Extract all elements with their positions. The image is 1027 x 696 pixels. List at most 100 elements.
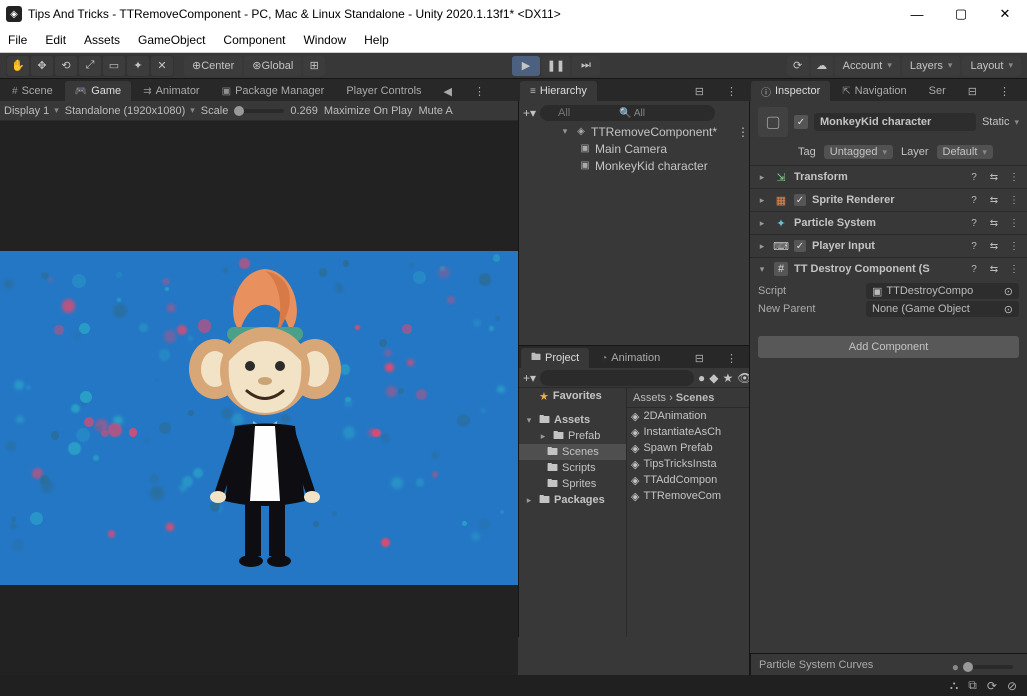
layers-dropdown[interactable]: Layers — [902, 56, 961, 76]
project-menu[interactable]: ⋮ — [716, 348, 747, 368]
tab-prev[interactable]: ◀ — [434, 81, 462, 101]
tab-package-manager[interactable]: ▣Package Manager — [212, 81, 335, 101]
layout-dropdown[interactable]: Layout — [962, 56, 1021, 76]
scale-slider[interactable] — [234, 109, 284, 113]
assets-row[interactable]: ▾🖿Assets — [519, 412, 626, 428]
destroy-component[interactable]: ▾#TT Destroy Component (S?⇆⋮ — [750, 258, 1027, 280]
preset-icon[interactable]: ⇆ — [987, 218, 1001, 229]
lock-icon[interactable]: ⊟ — [685, 81, 714, 101]
static-dropdown[interactable]: Static — [982, 116, 1019, 128]
asset-ttadd[interactable]: ◈TTAddCompon — [627, 472, 749, 488]
rect-tool-icon[interactable]: ▭ — [103, 56, 125, 76]
help-icon[interactable]: ? — [967, 172, 981, 183]
asset-ttremove[interactable]: ◈TTRemoveCom — [627, 488, 749, 504]
help-icon[interactable]: ? — [967, 218, 981, 229]
menu-file[interactable]: File — [8, 33, 27, 47]
play-button[interactable]: ▶ — [512, 56, 540, 76]
asset-instantiate[interactable]: ◈InstantiateAsCh — [627, 424, 749, 440]
pause-button[interactable]: ❚❚ — [542, 56, 570, 76]
rotate-tool-icon[interactable]: ⟲ — [55, 56, 77, 76]
object-picker-icon[interactable]: ⊙ — [1004, 285, 1013, 298]
add-component-button[interactable]: Add Component — [758, 336, 1019, 358]
help-icon[interactable]: ? — [967, 241, 981, 252]
tab-more[interactable]: ⋮ — [464, 81, 495, 101]
sprite-renderer-component[interactable]: ▸▦✓Sprite Renderer?⇆⋮ — [750, 189, 1027, 211]
hierarchy-menu[interactable]: ⋮ — [716, 81, 747, 101]
breadcrumb-scenes[interactable]: Scenes — [676, 392, 715, 404]
tab-player-controls[interactable]: Player Controls — [336, 81, 431, 101]
maximize-button[interactable]: ▢ — [939, 0, 983, 28]
sprites-row[interactable]: 🖿Sprites — [519, 476, 626, 492]
sprite-enabled-checkbox[interactable]: ✓ — [794, 194, 806, 206]
scenes-row[interactable]: 🖿Scenes — [519, 444, 626, 460]
display-dropdown[interactable]: Display 1 — [4, 105, 59, 117]
component-menu-icon[interactable]: ⋮ — [1007, 264, 1021, 275]
menu-help[interactable]: Help — [364, 33, 389, 47]
inspector-menu[interactable]: ⋮ — [989, 81, 1020, 101]
menu-edit[interactable]: Edit — [45, 33, 66, 47]
prefab-row[interactable]: ▸🖿Prefab — [519, 428, 626, 444]
scene-menu-icon[interactable]: ⋮ — [737, 125, 749, 139]
preset-icon[interactable]: ⇆ — [987, 241, 1001, 252]
help-icon[interactable]: ? — [967, 195, 981, 206]
pivot-toggle[interactable]: ⊕Center — [184, 56, 242, 76]
close-button[interactable]: ✕ — [983, 0, 1027, 28]
tab-navigation[interactable]: ⇱Navigation — [832, 81, 916, 101]
newparent-value[interactable]: None (Game Object⊙ — [866, 301, 1019, 317]
grid-size-slider[interactable]: ● — [952, 660, 1013, 674]
tab-scene[interactable]: #Scene — [2, 81, 63, 101]
asset-tipstricks[interactable]: ◈TipsTricksInsta — [627, 456, 749, 472]
tag-dropdown[interactable]: Untagged — [824, 145, 893, 159]
gameobject-large-icon[interactable]: ▢ — [758, 107, 788, 137]
component-menu-icon[interactable]: ⋮ — [1007, 172, 1021, 183]
status-refresh-icon[interactable]: ⟳ — [987, 679, 997, 693]
camera-row[interactable]: ▣ Main Camera — [519, 140, 749, 157]
asset-2danimation[interactable]: ◈2DAnimation — [627, 408, 749, 424]
filter-label-icon[interactable]: ◆ — [709, 371, 718, 385]
menu-assets[interactable]: Assets — [84, 33, 120, 47]
tab-animator[interactable]: ⇉Animator — [133, 81, 209, 101]
component-menu-icon[interactable]: ⋮ — [1007, 195, 1021, 206]
custom-tool-icon[interactable]: ✕ — [151, 56, 173, 76]
monkey-row[interactable]: ▣ MonkeyKid character — [519, 157, 749, 174]
account-dropdown[interactable]: Account — [835, 56, 900, 76]
project-search[interactable] — [540, 370, 694, 386]
mute-audio[interactable]: Mute A — [419, 105, 453, 117]
input-enabled-checkbox[interactable]: ✓ — [794, 240, 806, 252]
script-value[interactable]: ▣TTDestroyCompo⊙ — [866, 283, 1019, 299]
component-menu-icon[interactable]: ⋮ — [1007, 241, 1021, 252]
scale-tool-icon[interactable]: ⤢ — [79, 56, 101, 76]
object-name-field[interactable]: MonkeyKid character — [814, 113, 976, 131]
status-bug-icon[interactable]: ⛬ — [950, 678, 958, 693]
scene-row[interactable]: ▾ ◈ TTRemoveComponent* ⋮ — [519, 123, 749, 140]
active-checkbox[interactable]: ✓ — [794, 115, 808, 129]
fold-icon[interactable]: ▾ — [559, 126, 571, 137]
tab-services[interactable]: Ser — [919, 81, 956, 101]
help-icon[interactable]: ? — [967, 264, 981, 275]
scripts-row[interactable]: 🖿Scripts — [519, 460, 626, 476]
particle-system-component[interactable]: ▸✦Particle System?⇆⋮ — [750, 212, 1027, 234]
object-picker-icon[interactable]: ⊙ — [1004, 303, 1013, 316]
menu-window[interactable]: Window — [303, 33, 346, 47]
minimize-button[interactable]: ― — [895, 0, 939, 28]
transform-component[interactable]: ▸⇲Transform?⇆⋮ — [750, 166, 1027, 188]
move-tool-icon[interactable]: ✥ — [31, 56, 53, 76]
filter-fav-icon[interactable]: ★ — [723, 371, 734, 385]
preset-icon[interactable]: ⇆ — [987, 195, 1001, 206]
snap-icon[interactable]: ⊞ — [303, 56, 325, 76]
component-menu-icon[interactable]: ⋮ — [1007, 218, 1021, 229]
cloud-icon[interactable]: ☁ — [811, 56, 833, 76]
hand-tool-icon[interactable]: ✋ — [7, 56, 29, 76]
tab-game[interactable]: 🎮Game — [65, 81, 131, 101]
status-activity-icon[interactable]: ⧉ — [968, 678, 977, 693]
player-input-component[interactable]: ▸⌨✓Player Input?⇆⋮ — [750, 235, 1027, 257]
filter-type-icon[interactable]: ● — [698, 371, 705, 385]
menu-component[interactable]: Component — [223, 33, 285, 47]
tab-animation[interactable]: ◔Animation — [591, 348, 670, 368]
tab-project[interactable]: 🖿Project — [521, 348, 589, 368]
space-toggle[interactable]: ⊛Global — [244, 56, 301, 76]
status-check-icon[interactable]: ⊘ — [1007, 679, 1017, 693]
favorites-row[interactable]: ★Favorites — [519, 388, 626, 404]
project-lock-icon[interactable]: ⊟ — [685, 348, 714, 368]
step-button[interactable]: ⏭ — [572, 56, 600, 76]
